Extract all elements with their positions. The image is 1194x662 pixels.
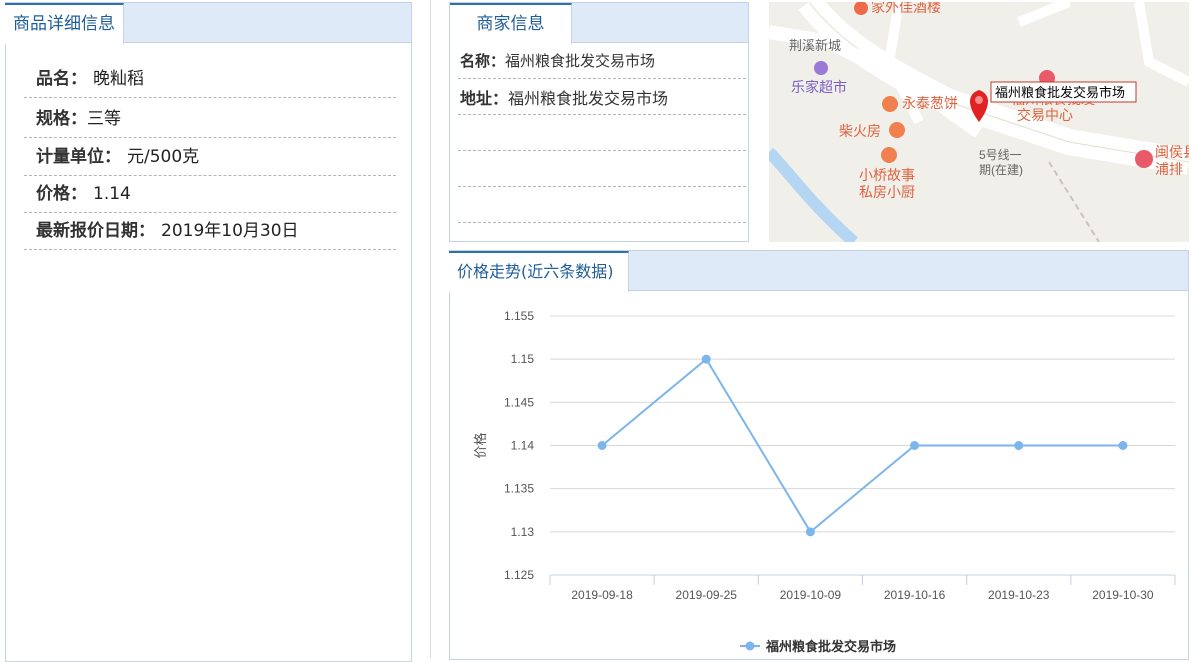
poi-label: 私房小厨 (859, 184, 915, 200)
y-axis-label: 价格 (473, 432, 488, 458)
data-point (1014, 441, 1024, 450)
poi-label: 闽侯县 (1155, 144, 1189, 160)
field-value: 2019年10月30日 (161, 221, 299, 241)
tab-product-detail[interactable]: 商品详细信息 (5, 3, 124, 44)
restaurant-poi-icon (882, 96, 898, 112)
column-divider (430, 0, 431, 658)
field-spec-row: 规格：三等 (24, 101, 396, 138)
poi-label: 荆溪新城 (789, 38, 841, 53)
y-tick-label: 1.15 (511, 352, 535, 366)
poi-label: 永泰葱饼 (902, 95, 958, 111)
restaurant-poi-icon (854, 2, 868, 15)
field-value: 1.14 (93, 184, 131, 204)
location-map[interactable]: 家外佳酒楼 永泰葱饼 柴火房 小桥故事 私房小厨 福州粮食批发 交易中心 闽侯县… (769, 2, 1189, 242)
x-tick-label: 2019-10-30 (1092, 588, 1154, 602)
map-canvas[interactable]: 家外佳酒楼 永泰葱饼 柴火房 小桥故事 私房小厨 福州粮食批发 交易中心 闽侯县… (769, 2, 1189, 242)
product-tabbar: 商品详细信息 (5, 3, 411, 44)
y-tick-label: 1.135 (504, 482, 534, 496)
merchant-empty-row (458, 151, 746, 187)
poi-label: 5号线一 (979, 148, 1022, 162)
field-date-row: 最新报价日期： 2019年10月30日 (24, 213, 396, 250)
field-price-row: 价格： 1.14 (24, 176, 396, 213)
legend-label: 福州粮食批发交易市场 (765, 639, 896, 654)
tab-price-trend[interactable]: 价格走势(近六条数据) (449, 251, 629, 292)
poi-label: 柴火房 (839, 123, 881, 139)
merchant-address-label: 地址： (460, 89, 509, 108)
merchant-empty-row (458, 115, 746, 151)
field-value: 元/500克 (127, 147, 200, 167)
poi-label: 小桥故事 (859, 167, 915, 183)
tab-merchant-info[interactable]: 商家信息 (450, 3, 572, 44)
price-line-chart: 1.155 1.15 1.145 1.14 1.135 1.13 1.125 2019-09-… (473, 309, 1176, 654)
merchant-name-value: 福州粮食批发交易市场 (505, 52, 656, 70)
y-tick-label: 1.155 (504, 309, 534, 323)
poi-label: 期(在建) (979, 163, 1023, 177)
supermarket-poi-icon (814, 61, 828, 75)
x-tick-label: 2019-09-18 (571, 588, 633, 602)
field-label: 规格： (36, 109, 87, 129)
merchant-panel: 商家信息 名称：福州粮食批发交易市场 地址：福州粮食批发交易市场 (449, 2, 749, 242)
merchant-name-label: 名称： (460, 52, 506, 70)
field-label: 品名： (36, 69, 87, 89)
x-tick-label: 2019-10-23 (988, 588, 1050, 602)
data-point (701, 354, 711, 364)
field-unit-row: 计量单位： 元/500克 (24, 139, 396, 176)
y-tick-label: 1.125 (504, 568, 534, 582)
poi-star-icon (1135, 150, 1153, 168)
poi-label: 乐家超市 (791, 79, 847, 95)
field-value: 晚籼稻 (93, 69, 144, 89)
merchant-tabbar: 商家信息 (450, 3, 748, 44)
restaurant-poi-icon (889, 122, 905, 138)
field-name-row: 品名： 晚籼稻 (24, 61, 396, 98)
merchant-name-row: 名称：福州粮食批发交易市场 (458, 43, 746, 79)
x-tick-label: 2019-10-09 (780, 588, 842, 602)
restaurant-poi-icon (881, 147, 897, 163)
y-tick-label: 1.14 (511, 439, 535, 453)
field-label: 价格： (36, 184, 87, 204)
data-point (597, 441, 607, 450)
price-trend-panel: 价格走势(近六条数据) 1.155 1.15 1.145 1.14 1.135 1.13 1… (449, 250, 1189, 660)
product-detail-panel: 商品详细信息 品名： 晚籼稻 规格：三等 计量单位： 元/500克 价格： 1.14 … (5, 2, 412, 662)
legend-marker (745, 641, 755, 651)
poi-label: 交易中心 (1017, 107, 1073, 123)
y-tick-label: 1.13 (511, 525, 535, 539)
poi-label: 浦排 (1155, 161, 1183, 177)
field-label: 最新报价日期： (36, 221, 155, 241)
y-tick-label: 1.145 (504, 395, 534, 409)
x-tick-label: 2019-10-16 (884, 588, 946, 602)
poi-label: 家外佳酒楼 (871, 2, 941, 15)
x-tick-label: 2019-09-25 (676, 588, 738, 602)
data-point (805, 527, 815, 537)
marker-label: 福州粮食批发交易市场 (995, 85, 1125, 100)
data-point (910, 441, 920, 450)
field-value: 三等 (87, 109, 121, 129)
chart-tabbar: 价格走势(近六条数据) (449, 251, 1188, 292)
merchant-empty-row (458, 187, 746, 223)
data-point (1118, 441, 1128, 450)
merchant-address-value: 福州粮食批发交易市场 (508, 89, 669, 108)
field-label: 计量单位： (36, 147, 121, 167)
merchant-address-row: 地址：福州粮食批发交易市场 (458, 79, 746, 115)
